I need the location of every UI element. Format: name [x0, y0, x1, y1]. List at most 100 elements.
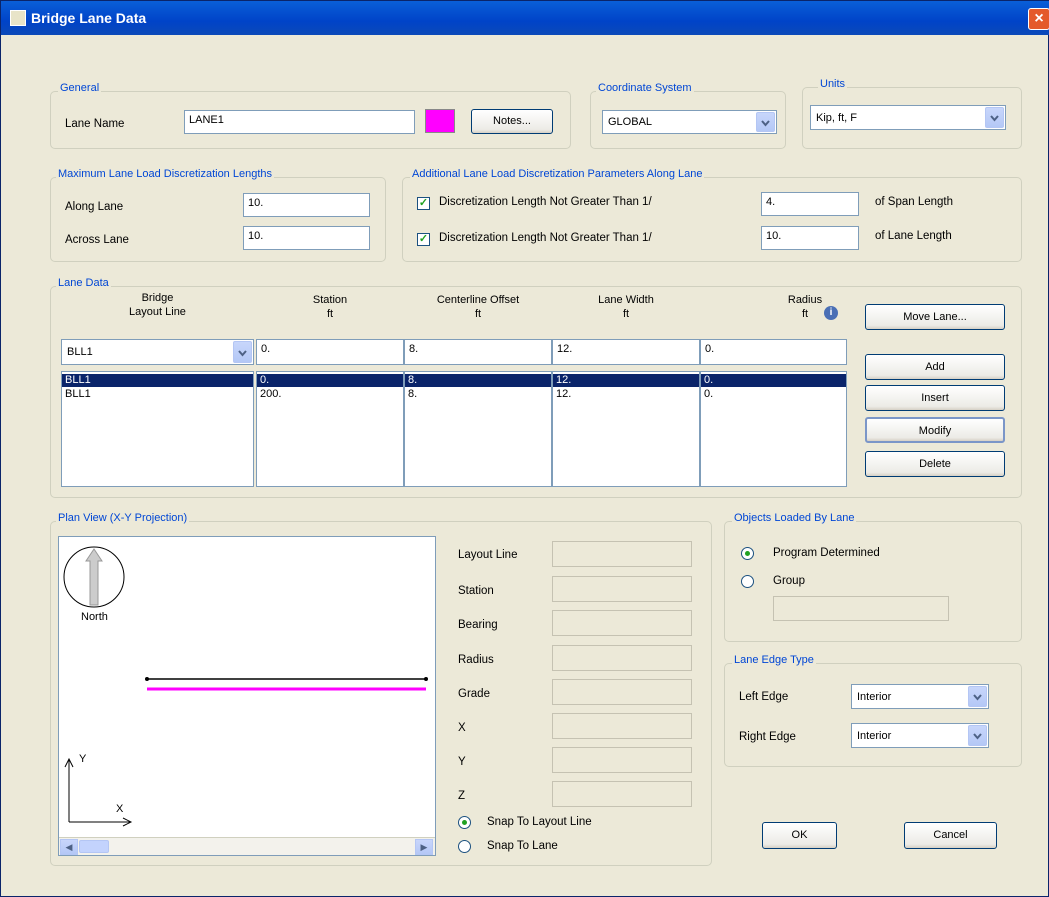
- lane-length-input[interactable]: 10.: [761, 226, 859, 250]
- general-group-label: General: [58, 82, 102, 94]
- left-edge-value: Interior: [857, 690, 892, 703]
- field-z-value: [552, 781, 692, 807]
- group-label: Group: [773, 575, 805, 587]
- snap-layout-line-radio[interactable]: [458, 816, 471, 829]
- along-lane-input[interactable]: 10.: [243, 193, 370, 217]
- scroll-left-icon[interactable]: ◀: [60, 839, 78, 855]
- delete-button[interactable]: Delete: [865, 451, 1005, 477]
- cancel-button[interactable]: Cancel: [904, 822, 997, 849]
- header-width-1: Lane Width: [598, 294, 654, 306]
- units-label: Units: [818, 78, 848, 90]
- snap-lane-radio[interactable]: [458, 840, 471, 853]
- chevron-down-icon[interactable]: [233, 341, 252, 363]
- max-discretization-label: Maximum Lane Load Discretization Lengths: [56, 168, 275, 180]
- y-axis-label: Y: [79, 753, 87, 765]
- station-list[interactable]: 0. 200.: [256, 371, 404, 487]
- north-arrow-icon: [63, 546, 125, 608]
- edge-type-label: Lane Edge Type: [732, 654, 816, 666]
- offset-list[interactable]: 8. 8.: [404, 371, 552, 487]
- insert-button[interactable]: Insert: [865, 385, 1005, 411]
- group-radio[interactable]: [741, 575, 754, 588]
- right-edge-select[interactable]: Interior: [851, 723, 989, 748]
- chevron-down-icon[interactable]: [968, 725, 987, 746]
- modify-button[interactable]: Modify: [865, 417, 1005, 443]
- field-layout-line-label: Layout Line: [458, 549, 518, 561]
- lane-color-swatch[interactable]: [425, 109, 455, 133]
- units-select[interactable]: Kip, ft, F: [810, 105, 1006, 130]
- title-bar[interactable]: Bridge Lane Data ×: [1, 1, 1049, 35]
- field-station-label: Station: [458, 585, 494, 597]
- list-item-selected[interactable]: 0.: [701, 374, 846, 387]
- field-y-label: Y: [458, 756, 466, 768]
- lane-length-label: Discretization Length Not Greater Than 1…: [439, 232, 652, 244]
- header-layout-line-1: Bridge: [141, 292, 174, 304]
- ok-button[interactable]: OK: [762, 822, 837, 849]
- header-layout-line: Bridge Layout Line: [61, 291, 254, 319]
- north-label: North: [81, 611, 108, 623]
- edit-width-input[interactable]: 12.: [552, 339, 700, 365]
- layout-line-list[interactable]: BLL1 BLL1: [61, 371, 254, 487]
- list-item[interactable]: 12.: [553, 388, 699, 401]
- objects-loaded-label: Objects Loaded By Lane: [732, 512, 857, 524]
- header-offset-unit: ft: [474, 308, 482, 320]
- list-item[interactable]: 200.: [257, 388, 403, 401]
- across-lane-input[interactable]: 10.: [243, 226, 370, 250]
- chevron-down-icon[interactable]: [985, 107, 1004, 128]
- notes-button[interactable]: Notes...: [471, 109, 553, 134]
- header-offset: Centerline Offset ft: [404, 293, 552, 321]
- close-button[interactable]: ×: [1028, 8, 1049, 30]
- radius-list[interactable]: 0. 0.: [700, 371, 847, 487]
- right-edge-label: Right Edge: [739, 731, 796, 743]
- chevron-down-icon[interactable]: [756, 112, 775, 132]
- list-item-selected[interactable]: 8.: [405, 374, 551, 387]
- list-item[interactable]: BLL1: [62, 388, 253, 401]
- edit-layout-line-select[interactable]: BLL1: [61, 339, 254, 365]
- header-width-unit: ft: [622, 308, 630, 320]
- scroll-thumb[interactable]: [79, 840, 109, 853]
- edge-type-group: [724, 663, 1022, 767]
- field-bearing-value: [552, 610, 692, 636]
- list-item-selected[interactable]: 12.: [553, 374, 699, 387]
- header-station: Station ft: [256, 293, 404, 321]
- header-width: Lane Width ft: [552, 293, 700, 321]
- lane-data-label: Lane Data: [56, 277, 111, 289]
- edit-offset-input[interactable]: 8.: [404, 339, 552, 365]
- list-item-selected[interactable]: BLL1: [62, 374, 253, 387]
- field-z-label: Z: [458, 790, 466, 802]
- snap-lane-label: Snap To Lane: [487, 840, 558, 852]
- chevron-down-icon[interactable]: [968, 686, 987, 707]
- edit-station-input[interactable]: 0.: [256, 339, 404, 365]
- field-grade-label: Grade: [458, 688, 490, 700]
- snap-layout-line-label: Snap To Layout Line: [487, 816, 592, 828]
- edit-layout-line-value: BLL1: [67, 346, 93, 358]
- add-button[interactable]: Add: [865, 354, 1005, 380]
- lane-name-input[interactable]: LANE1: [184, 110, 415, 134]
- coordinate-system-select[interactable]: GLOBAL: [602, 110, 777, 134]
- plan-view-canvas[interactable]: North Y X ◀ ▶: [58, 536, 436, 856]
- span-length-checkbox[interactable]: ✓: [417, 197, 430, 210]
- width-list[interactable]: 12. 12.: [552, 371, 700, 487]
- info-icon[interactable]: i: [824, 306, 838, 320]
- span-length-input[interactable]: 4.: [761, 192, 859, 216]
- field-layout-line-value: [552, 541, 692, 567]
- list-item[interactable]: 8.: [405, 388, 551, 401]
- units-value: Kip, ft, F: [816, 111, 857, 124]
- header-station-1: Station: [312, 294, 348, 306]
- field-x-value: [552, 713, 692, 739]
- list-item[interactable]: 0.: [701, 388, 846, 401]
- horizontal-scrollbar[interactable]: ◀ ▶: [59, 837, 435, 855]
- objects-loaded-group: [724, 521, 1022, 642]
- group-select: [773, 596, 949, 621]
- lane-length-checkbox[interactable]: ✓: [417, 233, 430, 246]
- additional-discretization-group: [402, 177, 1022, 262]
- scroll-right-icon[interactable]: ▶: [415, 839, 433, 855]
- program-determined-radio[interactable]: [741, 547, 754, 560]
- move-lane-button[interactable]: Move Lane...: [865, 304, 1005, 330]
- list-item-selected[interactable]: 0.: [257, 374, 403, 387]
- left-edge-label: Left Edge: [739, 691, 789, 703]
- edit-radius-input[interactable]: 0.: [700, 339, 847, 365]
- coordinate-system-value: GLOBAL: [608, 116, 653, 128]
- left-edge-select[interactable]: Interior: [851, 684, 989, 709]
- app-icon: [10, 10, 26, 26]
- along-lane-label: Along Lane: [65, 201, 124, 213]
